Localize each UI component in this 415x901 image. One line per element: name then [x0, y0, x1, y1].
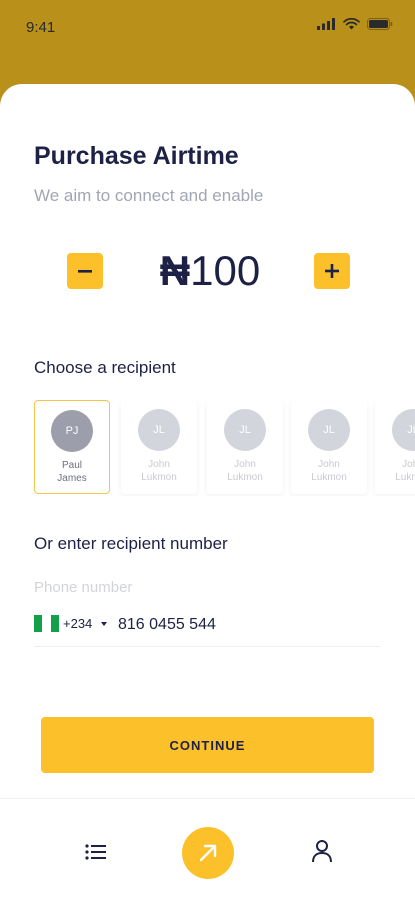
phone-field-label: Phone number — [34, 579, 133, 596]
recipient-first-name: John — [148, 459, 170, 470]
recipient-name: Paul James — [35, 459, 109, 485]
decrease-amount-button[interactable] — [67, 253, 103, 289]
recipient-name: John Lukmon — [207, 458, 283, 484]
recipient-card-john-lukmon[interactable]: JL John Lukmon — [207, 400, 283, 494]
recipient-name: John Lukmon — [375, 458, 415, 484]
continue-button[interactable]: CONTINUE — [41, 717, 374, 773]
cellular-signal-icon — [317, 18, 335, 30]
avatar: JL — [224, 409, 266, 451]
send-arrow-icon — [199, 844, 217, 862]
nigeria-flag-icon[interactable] — [34, 615, 59, 632]
avatar: JL — [138, 409, 180, 451]
list-icon — [85, 844, 106, 860]
recipient-last-name: Lukmon — [311, 472, 347, 483]
recipient-last-name: Lukmon — [227, 472, 263, 483]
currency-symbol: ₦ — [159, 247, 191, 294]
recipient-first-name: John — [234, 459, 256, 470]
avatar: JL — [392, 409, 415, 451]
recipient-card-john-lukmon[interactable]: JL John Lukmon — [121, 400, 197, 494]
bottom-tab-bar — [0, 798, 415, 901]
recipient-first-name: Paul — [61, 460, 82, 471]
battery-icon — [367, 18, 393, 30]
increase-amount-button[interactable] — [314, 253, 350, 289]
recipient-last-name: James — [57, 473, 87, 484]
choose-recipient-label: Choose a recipient — [34, 358, 176, 377]
avatar: PJ — [51, 410, 93, 452]
recipient-name: John Lukmon — [121, 458, 197, 484]
recipient-card-paul-james[interactable]: PJ Paul James — [34, 400, 110, 494]
minus-icon — [78, 270, 92, 273]
tab-profile[interactable] — [308, 837, 336, 865]
profile-icon — [312, 840, 332, 863]
phone-number-input[interactable] — [118, 612, 368, 638]
enter-number-label: Or enter recipient number — [34, 534, 228, 553]
country-code-select[interactable]: +234 — [63, 616, 92, 631]
tab-list[interactable] — [82, 839, 110, 865]
content-sheet: Purchase Airtime We aim to connect and e… — [0, 84, 415, 901]
avatar: JL — [308, 409, 350, 451]
recipient-card-john-lukmon[interactable]: JL John Lukmon — [375, 400, 415, 494]
recipient-last-name: Lukmon — [395, 472, 415, 483]
page-title: Purchase Airtime — [34, 142, 239, 170]
status-time: 9:41 — [26, 19, 56, 36]
page-subtitle: We aim to connect and enable — [34, 186, 264, 205]
status-bar: 9:41 — [0, 0, 415, 56]
tab-send[interactable] — [182, 827, 234, 879]
airtime-amount: ₦100 — [110, 247, 310, 295]
wifi-icon — [343, 18, 360, 30]
recipient-name: John Lukmon — [291, 458, 367, 484]
phone-field: +234 — [34, 612, 380, 647]
recipient-list: PJ Paul James JL John Lukmon JL John Luk… — [34, 400, 415, 496]
status-icons — [317, 18, 393, 30]
amount-number: 100 — [190, 247, 261, 294]
recipient-card-john-lukmon[interactable]: JL John Lukmon — [291, 400, 367, 494]
recipient-first-name: John — [318, 459, 340, 470]
recipient-last-name: Lukmon — [141, 472, 177, 483]
plus-icon — [325, 264, 339, 278]
caret-down-icon[interactable] — [101, 622, 107, 626]
recipient-first-name: John — [402, 459, 415, 470]
